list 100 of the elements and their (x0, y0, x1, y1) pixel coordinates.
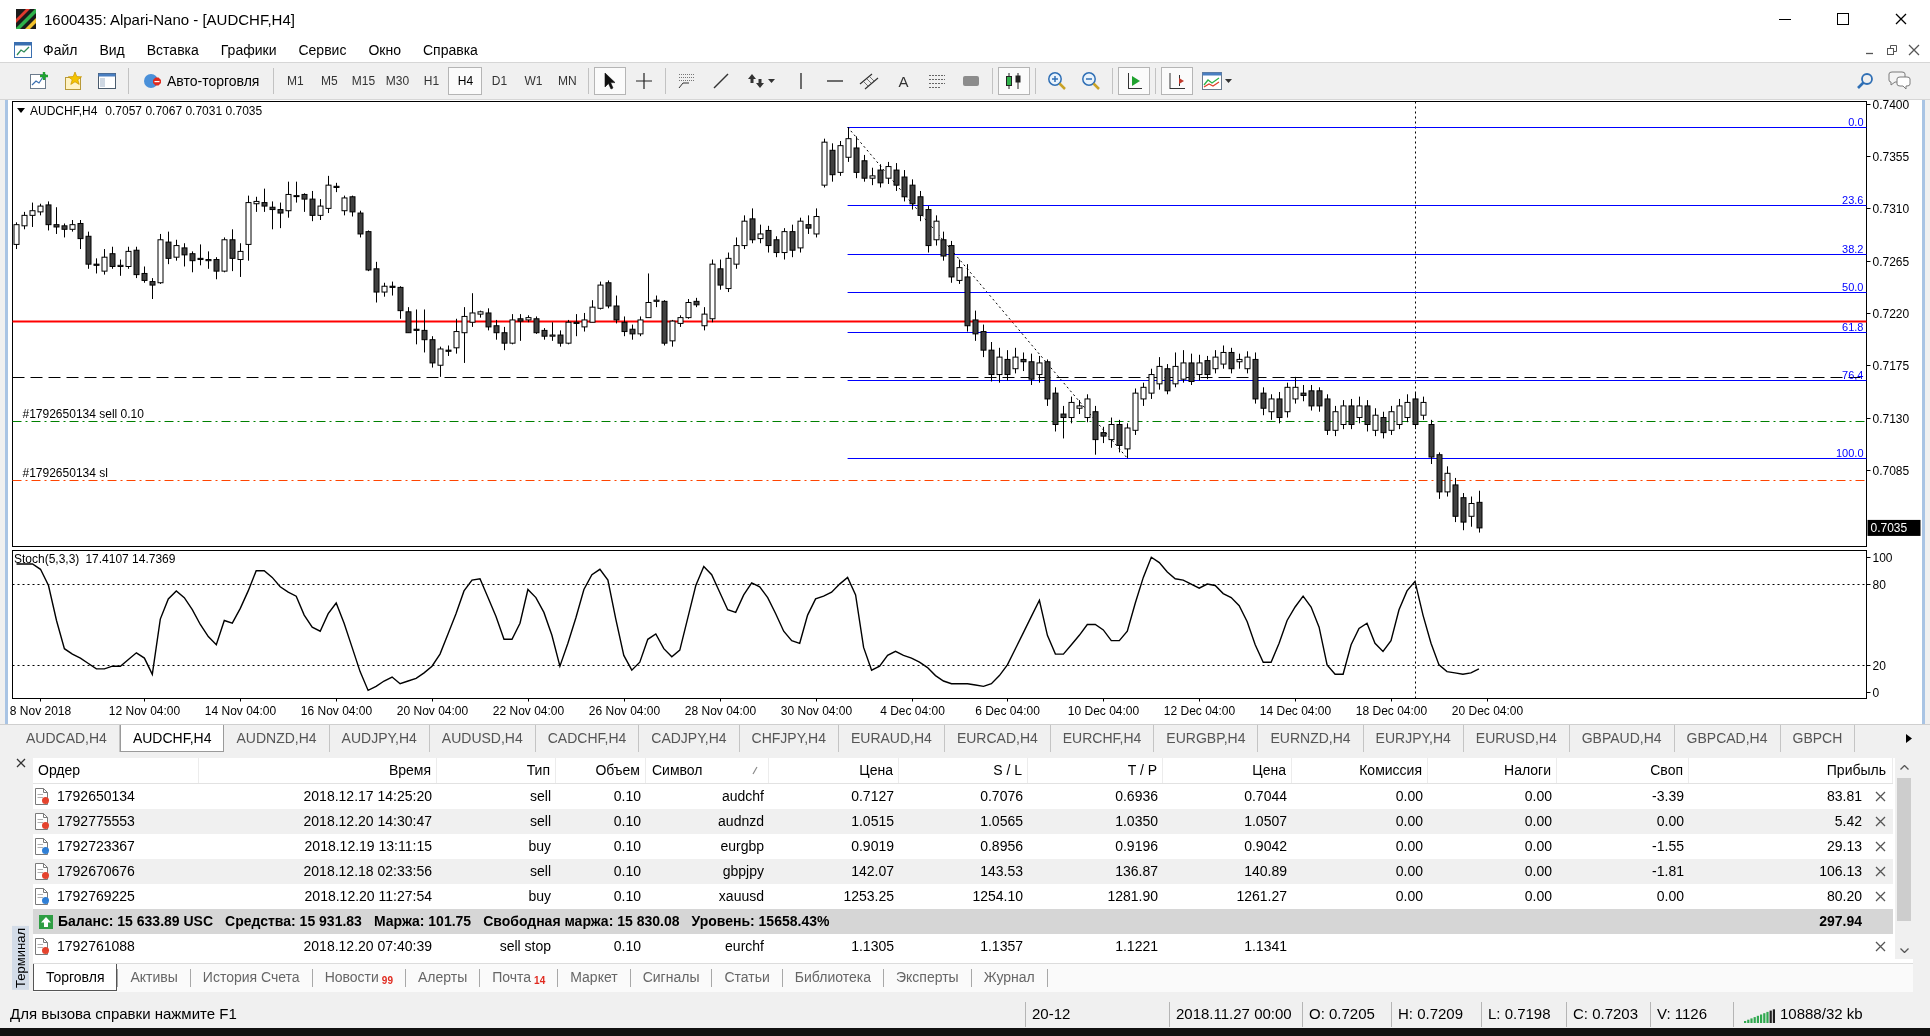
tab[interactable]: Маркет (558, 964, 630, 991)
taxes: 0.00 (1524, 862, 1552, 881)
timeframe-button[interactable]: H4 (448, 67, 483, 95)
zoom-out-icon[interactable] (1081, 71, 1102, 91)
tab[interactable]: Почта 14 (480, 964, 558, 991)
table-row[interactable]: 1792775553 2018.12.20 14:30:47 sell 0.10 audnzd 1.0515 1.0565 1.0350 1.0507 0.00 0.00 0.00 5.42 (33, 809, 1893, 834)
close-icon[interactable] (1875, 816, 1886, 827)
caret-icon[interactable] (1225, 79, 1233, 83)
tab[interactable]: Эксперты (883, 964, 971, 991)
stop-loss: 1254.10 (972, 887, 1023, 906)
tab[interactable]: Библиотека (782, 964, 883, 991)
close-icon[interactable] (1908, 44, 1920, 56)
timeframe-button[interactable]: MN (550, 67, 585, 95)
menu-item[interactable]: Окно (357, 38, 412, 62)
trend-line-icon[interactable] (712, 72, 731, 90)
toggle-button[interactable] (1118, 67, 1151, 95)
close-icon[interactable] (1875, 791, 1886, 802)
new-chart-icon[interactable] (29, 71, 49, 91)
close-icon[interactable] (1875, 866, 1886, 877)
chat-icon[interactable] (1887, 71, 1911, 91)
arrow-down-icon[interactable] (1899, 947, 1909, 953)
tool-button[interactable] (594, 67, 627, 95)
axis-label: 80 (1872, 577, 1886, 592)
close-icon[interactable] (15, 758, 26, 768)
order-type: buy (528, 887, 551, 906)
column-header[interactable]: S / L (899, 758, 1028, 783)
account-summary: Средства: 15 931.83 (225, 912, 362, 931)
sort-icon[interactable] (752, 766, 758, 775)
menu-item[interactable]: Файл (32, 38, 89, 62)
menu-item[interactable]: Справка (411, 38, 489, 62)
triangle-right-icon[interactable] (1125, 72, 1144, 90)
channel-icon[interactable] (859, 72, 880, 90)
menu-item[interactable]: Вид (88, 38, 136, 62)
column-header[interactable]: Цена (1163, 758, 1292, 783)
vertical-line-icon[interactable] (798, 72, 805, 90)
commission: 0.00 (1395, 837, 1423, 856)
text-tool-button[interactable]: A (886, 66, 921, 96)
crosshair-icon[interactable] (635, 72, 654, 90)
tab[interactable]: Торговля (33, 964, 118, 991)
timeframe-button[interactable]: H1 (414, 67, 449, 95)
column-header[interactable]: Тип (437, 758, 556, 783)
chart-window-icon[interactable] (14, 42, 32, 58)
tab[interactable]: История Счета (190, 964, 312, 991)
volume: 0.10 (613, 787, 641, 806)
column-header[interactable]: Налоги (1428, 758, 1557, 783)
menu-item[interactable]: Графики (209, 38, 288, 62)
stop-sign-icon[interactable] (143, 72, 161, 90)
table-row[interactable]: 1792670676 2018.12.18 02:33:56 sell 0.10 gbpjpy 142.07 143.53 136.87 140.89 0.00 0.00 -1.81 106.13 (33, 859, 1893, 884)
auto-trading-button[interactable]: Авто-торговля (133, 66, 270, 96)
close-icon[interactable] (1895, 13, 1907, 25)
axis-label: 10 Dec 04:00 (1067, 704, 1140, 718)
zoom-in-icon[interactable] (1047, 71, 1068, 91)
timeframe-button[interactable]: D1 (482, 67, 517, 95)
scrollbar-thumb[interactable] (1897, 778, 1911, 921)
tab[interactable]: Алерты (405, 964, 480, 991)
column-header[interactable]: Цена (769, 758, 899, 783)
dotted-lines-icon[interactable] (927, 72, 948, 90)
close-icon[interactable] (1875, 941, 1886, 952)
column-header[interactable]: Прибыль (1689, 758, 1893, 783)
column-header[interactable]: T / P (1028, 758, 1163, 783)
maximize-icon[interactable] (1837, 13, 1849, 25)
tab[interactable]: Сигналы (630, 964, 712, 991)
timeframe-button[interactable]: M30 (380, 67, 415, 95)
rectangle-icon[interactable] (962, 75, 981, 87)
timeframe-button[interactable]: M15 (346, 67, 381, 95)
caret-icon[interactable] (768, 79, 776, 83)
line-chart-icon[interactable] (1202, 72, 1223, 90)
axis-label: 100 (1872, 550, 1893, 565)
timeframe-button[interactable]: M1 (278, 67, 313, 95)
timeframe-button[interactable]: M5 (312, 67, 347, 95)
star-icon[interactable] (63, 71, 83, 91)
tab[interactable]: Активы (118, 964, 190, 991)
arrow-up-icon[interactable] (1899, 764, 1909, 770)
tab[interactable]: Новости 99 (312, 964, 405, 991)
toggle-button[interactable] (998, 67, 1031, 95)
column-header[interactable]: Объем (556, 758, 646, 783)
arrows-icon[interactable] (747, 72, 766, 90)
restore-icon[interactable] (1886, 44, 1898, 56)
search-icon[interactable] (1856, 72, 1874, 90)
column-header[interactable]: Время (199, 758, 437, 783)
current-price-label: 0.7035 (1867, 519, 1921, 536)
close-icon[interactable] (1875, 841, 1886, 852)
tab[interactable]: Статьи (712, 964, 782, 991)
column-header[interactable]: Ордер (33, 758, 199, 783)
bar-arrow-icon[interactable] (1168, 72, 1187, 90)
toggle-button[interactable] (1161, 67, 1194, 95)
arrow-right-icon[interactable] (1906, 734, 1912, 743)
column-header[interactable]: Комиссия (1292, 758, 1428, 783)
column-header[interactable]: Своп (1557, 758, 1689, 783)
dropdown-triangle-icon[interactable] (17, 108, 25, 113)
swap: -3.39 (1652, 787, 1684, 806)
timeframe-button[interactable]: W1 (516, 67, 551, 95)
column-header[interactable]: Символ (646, 758, 769, 783)
window-icon[interactable] (97, 71, 117, 91)
close-icon[interactable] (1875, 891, 1886, 902)
menu-item[interactable]: Сервис (287, 38, 358, 62)
chart-tab[interactable]: AUDCHF,H4 (119, 725, 225, 752)
tab[interactable]: Журнал (971, 964, 1047, 991)
horizontal-line-icon[interactable] (826, 78, 845, 84)
menu-item[interactable]: Вставка (135, 38, 210, 62)
